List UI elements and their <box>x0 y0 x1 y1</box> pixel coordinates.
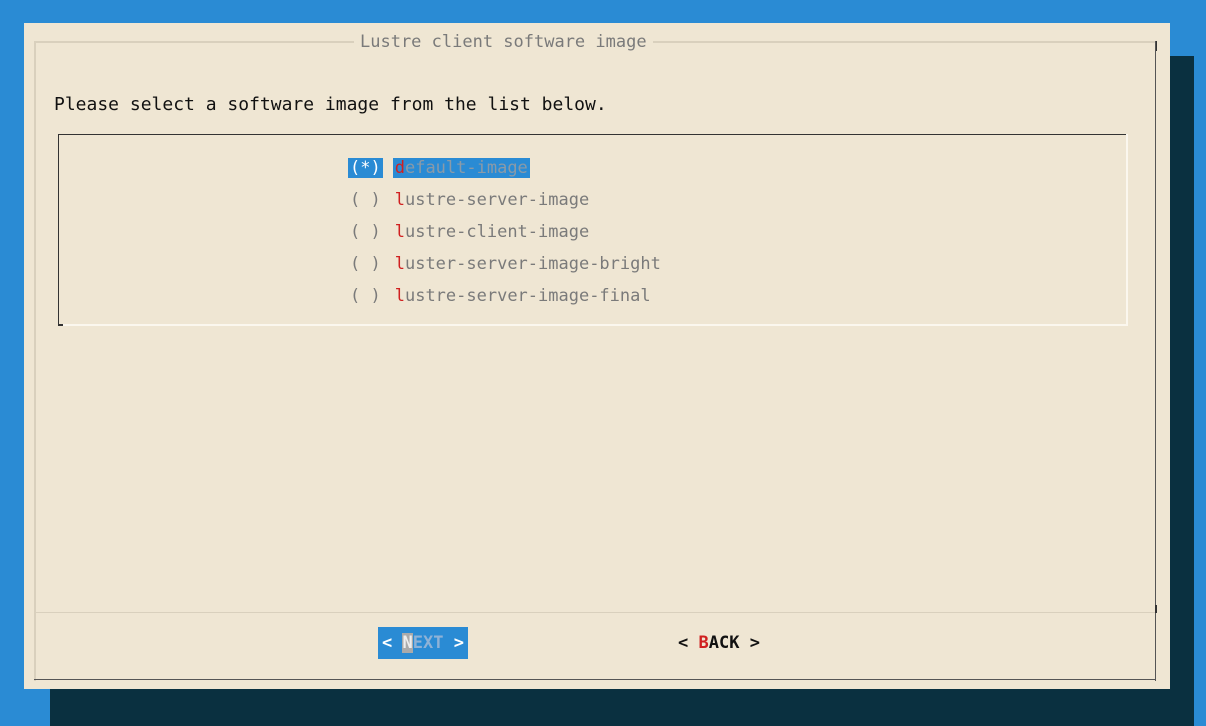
list-border-right <box>1126 134 1128 324</box>
item-label: lustre-client-image <box>393 222 591 242</box>
button-separator <box>34 612 1156 613</box>
item-label-text: ustre-server-image <box>404 190 590 210</box>
radio-button[interactable]: ( ) <box>348 190 383 210</box>
dialog-border-bottom <box>34 679 1156 680</box>
item-label: lustre-server-image <box>393 190 591 210</box>
radio-list: (*) default-image ( ) lustre-server-imag… <box>348 152 663 312</box>
next-button-right-bracket: > <box>443 633 464 653</box>
hotkey-letter: l <box>394 254 405 274</box>
item-label-text: uster-server-image-bright <box>404 254 661 274</box>
list-item-lustre-server-image[interactable]: ( ) lustre-server-image <box>348 184 663 216</box>
item-label: default-image <box>392 158 530 178</box>
radio-button[interactable]: ( ) <box>348 254 383 274</box>
next-button-hotkey: N <box>402 633 413 653</box>
prompt-text: Please select a software image from the … <box>54 94 607 115</box>
dialog: Lustre client software image Please sele… <box>24 23 1170 689</box>
list-border-corner <box>58 324 63 326</box>
next-button-left-bracket: < <box>382 633 403 653</box>
back-button-label: ACK <box>708 633 740 653</box>
hotkey-letter: l <box>394 190 405 210</box>
list-border-top <box>58 134 1126 135</box>
radio-button[interactable]: ( ) <box>348 222 383 242</box>
back-button-hotkey: B <box>698 633 709 653</box>
next-button[interactable]: < N EXT > <box>378 627 468 659</box>
button-separator-corner <box>1155 605 1157 613</box>
dialog-border-right <box>1155 41 1156 681</box>
item-label: luster-server-image-bright <box>393 254 663 274</box>
back-button[interactable]: < B ACK > <box>674 627 764 659</box>
list-item-lustre-client-image[interactable]: ( ) lustre-client-image <box>348 216 663 248</box>
list-border-left <box>58 134 59 326</box>
back-button-left-bracket: < <box>678 633 699 653</box>
hotkey-letter: l <box>394 222 405 242</box>
list-item-default-image[interactable]: (*) default-image <box>348 152 663 184</box>
list-item-luster-server-image-bright[interactable]: ( ) luster-server-image-bright <box>348 248 663 280</box>
radio-button[interactable]: ( ) <box>348 286 383 306</box>
item-label-text: efault-image <box>404 158 528 178</box>
back-button-right-bracket: > <box>739 633 760 653</box>
list-border-bottom <box>62 324 1128 326</box>
list-item-lustre-server-image-final[interactable]: ( ) lustre-server-image-final <box>348 280 663 312</box>
hotkey-letter: l <box>394 286 405 306</box>
dialog-title: Lustre client software image <box>354 31 653 53</box>
hotkey-letter: d <box>394 158 405 178</box>
image-list[interactable]: (*) default-image ( ) lustre-server-imag… <box>58 134 1128 326</box>
item-label-text: ustre-server-image-final <box>404 286 651 306</box>
item-label: lustre-server-image-final <box>393 286 653 306</box>
item-label-text: ustre-client-image <box>404 222 590 242</box>
dialog-border-left <box>34 41 36 681</box>
next-button-label: EXT <box>412 633 444 653</box>
radio-button[interactable]: (*) <box>348 158 383 178</box>
